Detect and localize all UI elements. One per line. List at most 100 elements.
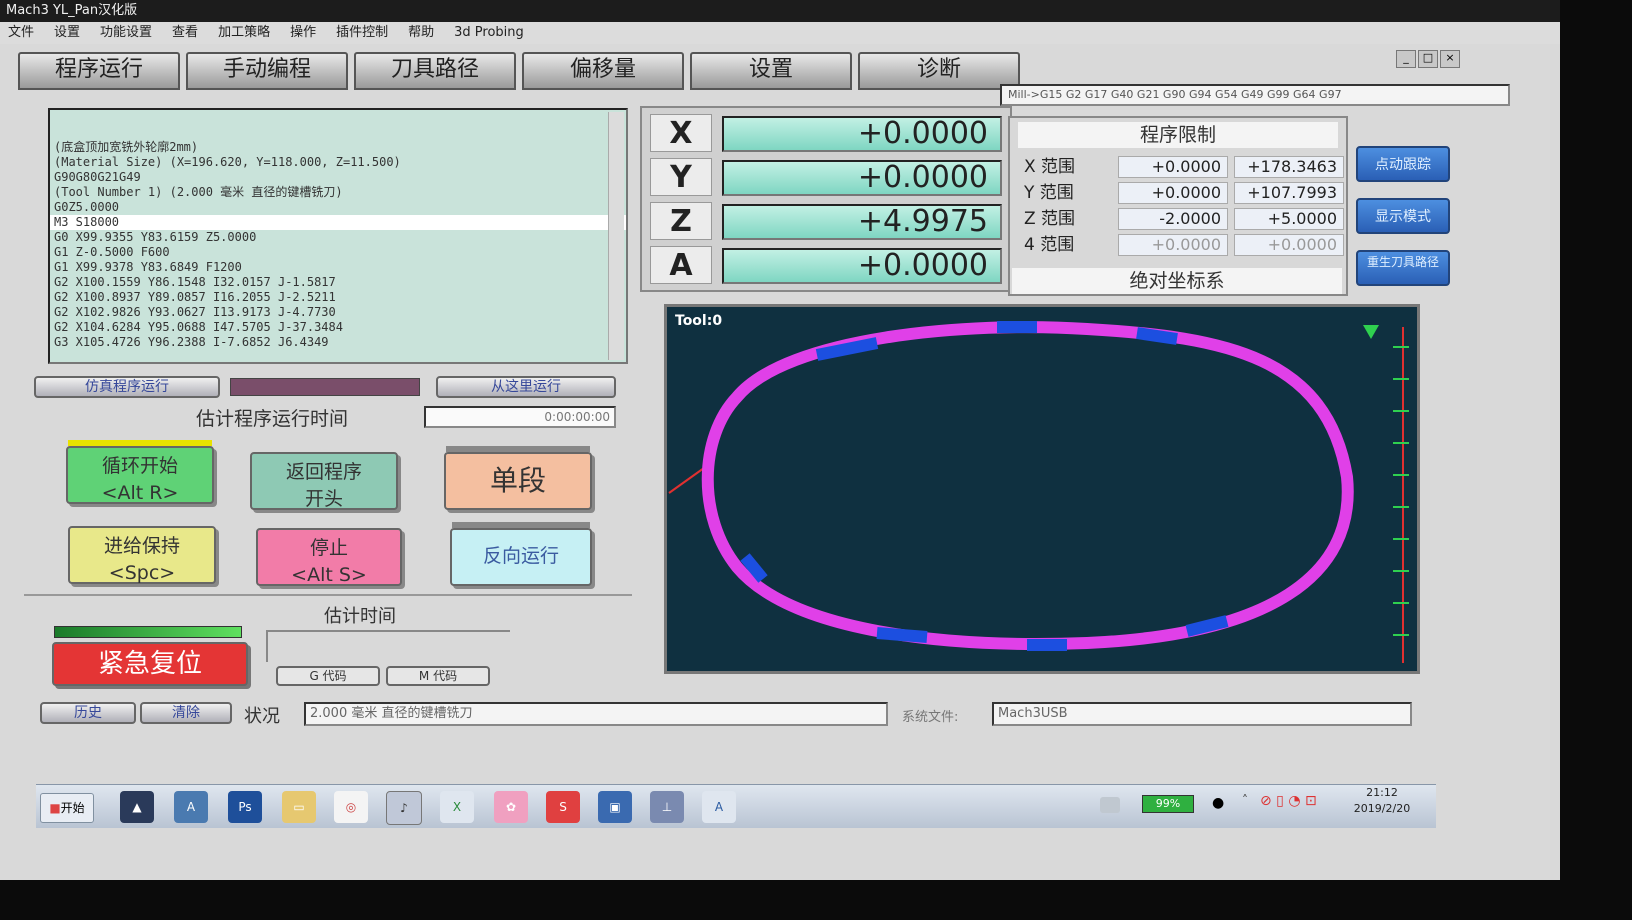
- gcode-scrollbar[interactable]: [608, 112, 624, 360]
- cycle-start-button[interactable]: 循环开始 <Alt R>: [66, 440, 214, 504]
- main-tabs: 程序运行 手动编程 刀具路径 偏移量 设置 诊断: [18, 52, 1020, 90]
- limit-max: +5.0000: [1234, 208, 1344, 230]
- printer-icon[interactable]: [1100, 797, 1120, 813]
- tray-expand-icon[interactable]: ˄: [1242, 793, 1248, 807]
- menu-item[interactable]: 操作: [290, 25, 316, 40]
- gcode-line: [50, 125, 626, 140]
- title-bar: Mach3 YL_Pan汉化版: [0, 0, 1560, 22]
- estop-led: [54, 626, 242, 638]
- toolpath-contour: [701, 321, 1354, 650]
- limit-min: +0.0000: [1118, 182, 1228, 204]
- reverse-run-button[interactable]: 反向运行: [450, 522, 592, 586]
- sketchup-icon[interactable]: S: [546, 791, 580, 823]
- single-block-button[interactable]: 单段: [444, 446, 592, 510]
- gcodes-button[interactable]: G 代码: [276, 666, 380, 686]
- app-icon[interactable]: ▲: [120, 791, 154, 823]
- estimate-box: [266, 630, 510, 662]
- gcode-listing[interactable]: (底盒顶加宽铣外轮廓2mm) (Material Size) (X=196.620…: [48, 108, 628, 364]
- program-limits-panel: 程序限制 绝对坐标系 X 范围 +0.0000 +178.3463 Y 范围 +0.00…: [1008, 116, 1348, 296]
- menu-item[interactable]: 文件: [8, 25, 34, 40]
- tab-1[interactable]: 手动编程: [186, 52, 348, 90]
- history-button[interactable]: 历史: [40, 702, 136, 724]
- toolpath-display[interactable]: Tool:0: [664, 304, 1420, 674]
- limit-label: 4 范围: [1024, 235, 1075, 255]
- plug-icon: ●: [1212, 795, 1225, 811]
- excel-icon[interactable]: X: [440, 791, 474, 823]
- rewind-button[interactable]: 返回程序 开头: [250, 452, 398, 510]
- tool-icon[interactable]: ▣: [598, 791, 632, 823]
- gcode-line: (Material Size) (X=196.620, Y=118.000, Z…: [54, 155, 401, 169]
- side-button-1[interactable]: 显示模式: [1356, 198, 1450, 234]
- gcode-line: G2 X102.9826 Y93.0627 I13.9173 J-4.7730: [54, 305, 336, 319]
- minimize-icon[interactable]: _: [1396, 50, 1416, 68]
- folder-icon[interactable]: ▭: [282, 791, 316, 823]
- menu-item[interactable]: 设置: [54, 25, 80, 40]
- clear-button[interactable]: 清除: [140, 702, 232, 724]
- gcode-line: G0Z5.0000: [54, 200, 120, 214]
- single-block-label: 单段: [489, 464, 546, 497]
- status-row: 历史 清除 状况 2.000 毫米 直径的键槽铣刀 系统文件: Mach3USB: [40, 700, 1420, 730]
- limit-max: +0.0000: [1234, 234, 1344, 256]
- feed-hold-button[interactable]: 进给保持 <Spc>: [68, 526, 216, 584]
- simulate-button[interactable]: 仿真程序运行: [34, 376, 220, 398]
- maximize-icon[interactable]: □: [1418, 50, 1438, 68]
- stop-button[interactable]: 停止 <Alt S>: [256, 528, 402, 586]
- side-button-0[interactable]: 点动跟踪: [1356, 146, 1450, 182]
- menu-item[interactable]: 插件控制: [336, 25, 388, 40]
- cam-icon[interactable]: ⊥: [650, 791, 684, 823]
- toolpath-segment: [876, 627, 928, 643]
- dro-x-value[interactable]: +0.0000: [722, 116, 1002, 152]
- toolpath-segment: [1136, 327, 1178, 345]
- menu-item[interactable]: 查看: [172, 25, 198, 40]
- est-time-value: 0:00:00:00: [424, 406, 616, 428]
- rewind-label: 返回程序 开头: [285, 461, 362, 510]
- tab-2[interactable]: 刀具路径: [354, 52, 516, 90]
- menu-item[interactable]: 3d Probing: [454, 25, 524, 40]
- start-button[interactable]: ■开始: [40, 793, 94, 823]
- status-label: 状况: [244, 706, 280, 727]
- autocad-icon[interactable]: A: [174, 791, 208, 823]
- menu-item[interactable]: 加工策略: [218, 25, 270, 40]
- color-icon[interactable]: ✿: [494, 791, 528, 823]
- z-scale-ticks: [1393, 346, 1409, 636]
- side-button-2[interactable]: 重生刀具路径: [1356, 250, 1450, 286]
- browser-icon[interactable]: ◎: [334, 791, 368, 823]
- limits-title: 程序限制: [1018, 122, 1338, 148]
- tray-icons[interactable]: ⊘ ▯ ◔ ⊡: [1260, 793, 1317, 809]
- mach3-window: Mach3 YL_Pan汉化版 文件 设置 功能设置 查看 加工策略 操作 插件控制 帮助 3d…: [0, 0, 1560, 880]
- stop-label: 停止 <Alt S>: [291, 537, 367, 586]
- limit-label: Y 范围: [1024, 183, 1074, 203]
- tab-0[interactable]: 程序运行: [18, 52, 180, 90]
- tab-4[interactable]: 设置: [690, 52, 852, 90]
- clock-time: 21:12: [1366, 786, 1398, 799]
- gcode-line: G2 X100.1559 Y86.1548 I32.0157 J-1.5817: [54, 275, 336, 289]
- tab-5[interactable]: 诊断: [858, 52, 1020, 90]
- side-buttons: 点动跟踪显示模式重生刀具路径: [1354, 140, 1464, 300]
- progress-bar: [230, 378, 420, 396]
- profile-value: Mach3USB: [992, 702, 1412, 726]
- limit-min: +0.0000: [1118, 156, 1228, 178]
- gcode-line: (Tool Number 1) (2.000 毫米 直径的键槽铣刀): [54, 185, 343, 199]
- window-title: Mach3 YL_Pan汉化版: [6, 3, 138, 18]
- estop-reset-button[interactable]: 紧急复位: [52, 642, 248, 686]
- dro-y-value[interactable]: +0.0000: [722, 160, 1002, 196]
- limit-max: +107.7993: [1234, 182, 1344, 204]
- gcode-line: G90G80G21G49: [54, 170, 141, 184]
- mach3-icon[interactable]: ♪: [386, 791, 422, 825]
- reverse-run-label: 反向运行: [482, 545, 559, 567]
- dro-a-value[interactable]: +0.0000: [722, 248, 1002, 284]
- menu-item[interactable]: 帮助: [408, 25, 434, 40]
- dro-z-value[interactable]: +4.9975: [722, 204, 1002, 240]
- menu-item[interactable]: 功能设置: [100, 25, 152, 40]
- gcode-line: G2 X100.8937 Y89.0857 I16.2055 J-2.5211: [54, 290, 336, 304]
- close-icon[interactable]: ×: [1440, 50, 1460, 68]
- artcam-icon[interactable]: A: [702, 791, 736, 823]
- mcodes-button[interactable]: M 代码: [386, 666, 490, 686]
- gcode-line: G1 Z-0.5000 F600: [54, 245, 170, 259]
- photoshop-icon[interactable]: Ps: [228, 791, 262, 823]
- dro-panel: X +0.0000 Y +0.0000 Z +4.9975 A +0.0000: [640, 106, 1012, 292]
- menu-bar: 文件 设置 功能设置 查看 加工策略 操作 插件控制 帮助 3d Probing: [0, 22, 1560, 44]
- gcode-line: G1 X99.9378 Y83.6849 F1200: [54, 260, 242, 274]
- run-from-here-button[interactable]: 从这里运行: [436, 376, 616, 398]
- tab-3[interactable]: 偏移量: [522, 52, 684, 90]
